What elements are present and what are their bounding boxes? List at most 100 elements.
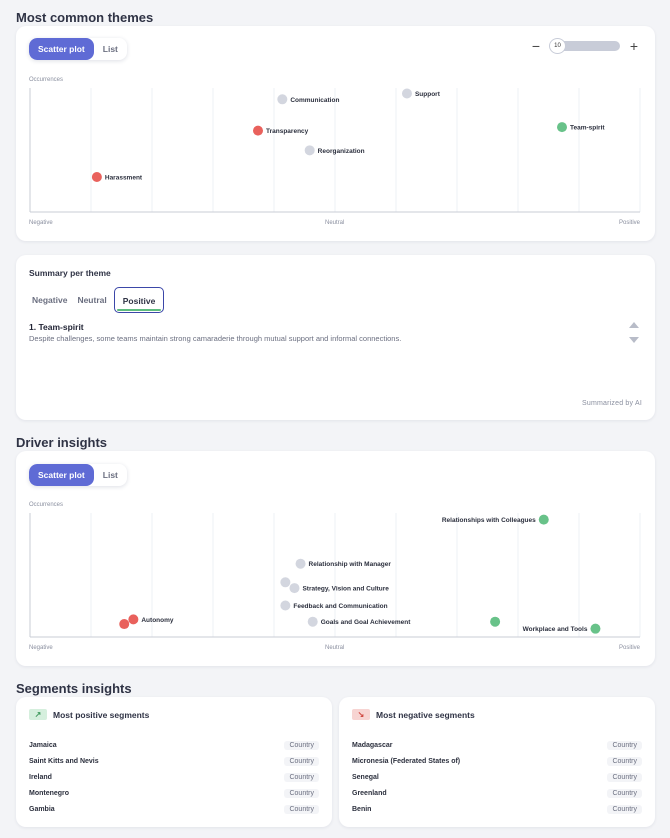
drivers-scatter-plot: Relationships with Colleagues Relationshi…: [29, 513, 641, 638]
zoom-in-button[interactable]: +: [626, 38, 642, 54]
drivers-x-label-neutral: Neutral: [325, 645, 345, 651]
point-label: Strategy, Vision and Culture: [302, 586, 389, 593]
zoom-control: − 10 +: [528, 38, 642, 54]
themes-scatter-tab[interactable]: Scatter plot: [29, 38, 94, 60]
drivers-view-toggle: Scatter plot List: [29, 464, 127, 486]
point-label: Team-spirit: [570, 125, 605, 132]
themes-x-label-neutral: Neutral: [325, 220, 345, 226]
point-label: Reorganization: [318, 148, 365, 155]
scatter-point[interactable]: [277, 94, 288, 105]
segment-name: Madagascar: [352, 741, 393, 749]
negative-segment-row[interactable]: Madagascar Country: [352, 737, 642, 753]
point-label: Workplace and Tools: [523, 626, 588, 633]
segment-name: Saint Kitts and Nevis: [29, 757, 99, 765]
segment-type-badge: Country: [284, 740, 319, 750]
segment-name: Benin: [352, 805, 372, 813]
point-label: Relationships with Colleagues: [442, 517, 536, 524]
point-label: Transparency: [266, 128, 309, 135]
segment-type-badge: Country: [607, 772, 642, 782]
point-label: Feedback and Communication: [293, 603, 387, 610]
positive-segment-row[interactable]: Montenegro Country: [29, 785, 319, 801]
segment-name: Micronesia (Federated States of): [352, 757, 461, 765]
scatter-point[interactable]: [119, 619, 130, 630]
negative-segment-row[interactable]: Benin Country: [352, 801, 642, 817]
themes-section-title: Most common themes: [16, 10, 154, 25]
drivers-list-tab[interactable]: List: [94, 464, 127, 486]
tab-positive[interactable]: Positive: [113, 287, 165, 313]
zoom-out-button[interactable]: −: [528, 38, 544, 54]
previous-item-icon[interactable]: [629, 322, 639, 328]
trend-up-icon: ↗: [29, 709, 47, 720]
summary-item-title: 1. Team-spirit: [29, 322, 84, 332]
scatter-point[interactable]: [401, 88, 412, 99]
themes-y-axis-label: Occurrences: [29, 77, 64, 83]
positive-segment-row[interactable]: Ireland Country: [29, 769, 319, 785]
themes-view-toggle: Scatter plot List: [29, 38, 127, 60]
scatter-point[interactable]: [280, 600, 291, 611]
tab-neutral[interactable]: Neutral: [74, 287, 109, 313]
point-label: Support: [415, 91, 441, 98]
positive-segment-row[interactable]: Saint Kitts and Nevis Country: [29, 753, 319, 769]
zoom-knob[interactable]: 10: [549, 38, 566, 54]
point-label: Communication: [290, 97, 339, 104]
point-label: Goals and Goal Achievement: [321, 619, 412, 626]
scatter-point[interactable]: [304, 145, 315, 156]
drivers-scatter-tab[interactable]: Scatter plot: [29, 464, 94, 486]
positive-segments-title: Most positive segments: [53, 709, 150, 720]
scatter-point[interactable]: [280, 577, 291, 588]
negative-segment-row[interactable]: Micronesia (Federated States of) Country: [352, 753, 642, 769]
segment-type-badge: Country: [607, 756, 642, 766]
segment-name: Jamaica: [29, 741, 57, 749]
drivers-x-label-negative: Negative: [29, 645, 53, 651]
scatter-point[interactable]: [289, 583, 300, 594]
scatter-point[interactable]: [557, 122, 567, 133]
positive-segment-row[interactable]: Gambia Country: [29, 801, 319, 817]
negative-segments-list: Madagascar Country Micronesia (Federated S…: [352, 737, 642, 817]
scatter-point[interactable]: [295, 558, 306, 569]
summarized-by-ai-note: Summarized by AI: [582, 400, 642, 407]
scatter-point[interactable]: [307, 616, 318, 627]
scatter-point[interactable]: [538, 514, 549, 525]
point-label: Harassment: [105, 175, 143, 182]
point-label: Relationship with Manager: [309, 561, 392, 568]
sentiment-tabs: Negative Neutral Positive: [29, 287, 165, 313]
segment-name: Ireland: [29, 773, 52, 781]
point-label: Autonomy: [141, 617, 174, 624]
positive-segments-header: ↗ Most positive segments: [29, 709, 149, 720]
negative-segments-header: ↘ Most negative segments: [352, 709, 475, 720]
positive-segment-row[interactable]: Jamaica Country: [29, 737, 319, 753]
drivers-y-axis-label: Occurrences: [29, 502, 64, 508]
tab-negative[interactable]: Negative: [29, 287, 70, 313]
summary-item-text: Despite challenges, some teams maintain …: [29, 334, 402, 343]
next-item-icon[interactable]: [629, 337, 639, 343]
scatter-point[interactable]: [253, 125, 263, 136]
segments-section-title: Segments insights: [16, 681, 132, 696]
segment-type-badge: Country: [607, 788, 642, 798]
segment-name: Greenland: [352, 789, 387, 797]
segment-type-badge: Country: [284, 804, 319, 814]
segment-name: Gambia: [29, 805, 55, 813]
drivers-card: Scatter plot List Occurrences Relationsh…: [16, 451, 655, 666]
scatter-point[interactable]: [590, 623, 601, 634]
segment-type-badge: Country: [607, 740, 642, 750]
segment-name: Senegal: [352, 773, 379, 781]
segment-name: Montenegro: [29, 789, 70, 797]
themes-list-tab[interactable]: List: [94, 38, 127, 60]
segment-type-badge: Country: [607, 804, 642, 814]
themes-x-label-negative: Negative: [29, 220, 53, 226]
zoom-slider[interactable]: 10: [549, 38, 620, 54]
segment-type-badge: Country: [284, 788, 319, 798]
scatter-point[interactable]: [91, 172, 102, 182]
segment-type-badge: Country: [284, 756, 319, 766]
drivers-x-label-positive: Positive: [618, 645, 640, 651]
negative-segments-title: Most negative segments: [376, 709, 475, 720]
scatter-point[interactable]: [490, 616, 501, 627]
negative-segment-row[interactable]: Greenland Country: [352, 785, 642, 801]
themes-scatter-plot: Communication Support Transparency Team-spi…: [29, 88, 641, 213]
themes-card: Scatter plot List − 10 + Occurrences Com…: [16, 26, 655, 241]
negative-segment-row[interactable]: Senegal Country: [352, 769, 642, 785]
trend-down-icon: ↘: [352, 709, 370, 720]
positive-segments-list: Jamaica Country Saint Kitts and Nevis Count…: [29, 737, 319, 817]
positive-segments-card: ↗ Most positive segments Jamaica Country S…: [16, 697, 332, 827]
scatter-point[interactable]: [128, 614, 139, 625]
